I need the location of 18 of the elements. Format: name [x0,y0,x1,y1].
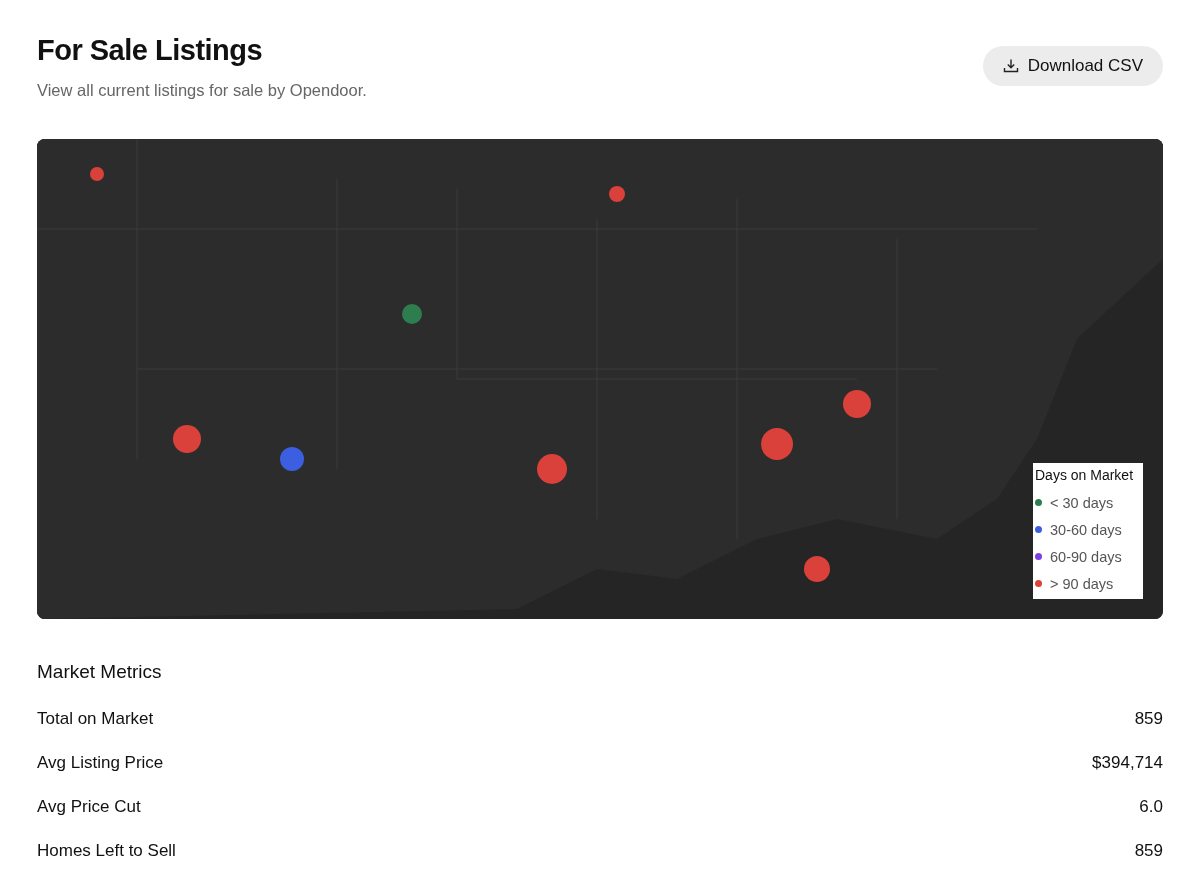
page-title: For Sale Listings [37,34,264,67]
download-icon [1002,58,1019,74]
metric-value: $394,714 [1092,753,1163,773]
metric-label: Avg Listing Price [37,753,164,773]
page-subtitle: View all current listings for sale by Opendoor. [37,81,367,100]
legend-label: 60-90 days [1050,548,1122,565]
metric-value: 859 [1134,709,1163,729]
metric-label: Avg Price Cut [37,797,141,817]
legend-title: Days on Market [1035,467,1135,483]
metric-value: 859 [1134,841,1163,861]
legend-label: < 30 days [1050,494,1114,511]
section-title: Market Metrics [37,661,163,683]
metric-value: 6.0 [1139,797,1163,817]
legend-label: > 90 days [1050,575,1114,592]
legend-label: 30-60 days [1050,521,1122,538]
metric-label: Homes Left to Sell [37,841,176,861]
metric-label: Total on Market [37,709,154,729]
download-button[interactable]: Download CSV [982,46,1163,86]
